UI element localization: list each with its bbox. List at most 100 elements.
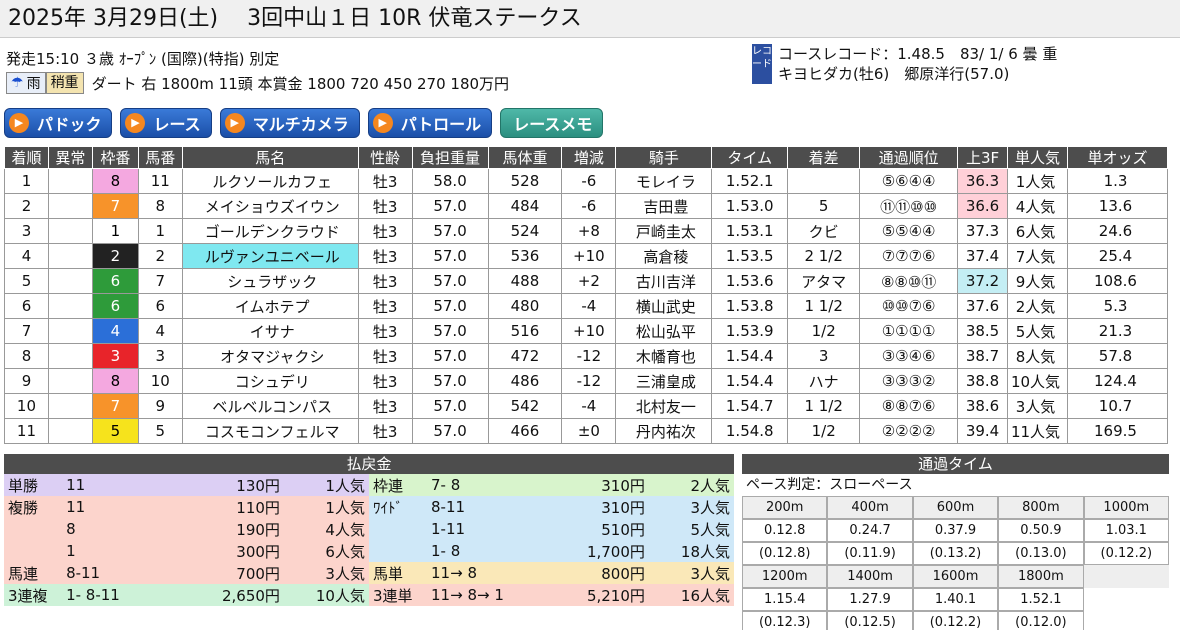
result-cell: 2 [137, 243, 183, 269]
horse-name-link[interactable]: ベルベルコンパス [181, 393, 359, 419]
column-header[interactable]: 馬番 [137, 146, 183, 169]
result-cell: 5 [787, 193, 861, 219]
result-cell: 1.54.4 [711, 368, 789, 394]
payout-panel: 払戻金 単勝 11 130円 1人気 枠連 7- 8 310円 2人気 複勝 11 110円 1人気ﾜ… [4, 454, 734, 606]
jockey-name-link[interactable]: 松山弘平 [615, 318, 713, 344]
payout-row: 単勝 11 130円 1人気 枠連 7- 8 310円 2人気 [4, 474, 734, 496]
payout-amount: 800円 [526, 562, 649, 584]
result-cell: 8 [91, 368, 139, 394]
column-header[interactable]: 負担重量 [411, 146, 489, 169]
time-cell: (0.12.2) [912, 611, 999, 630]
result-cell: -12 [561, 368, 617, 394]
result-cell: ⑧⑧⑩⑪ [859, 268, 959, 294]
bet-combination: 1 [62, 540, 162, 562]
column-header[interactable]: 騎手 [615, 146, 713, 169]
payout-table: 単勝 11 130円 1人気 枠連 7- 8 310円 2人気 複勝 11 110円 1人気 ﾜｲﾄﾞ 8… [4, 474, 734, 606]
horse-name-link[interactable]: メイショウズイウン [181, 193, 359, 219]
distance-header [1083, 565, 1169, 588]
payout-row: 1 300円 6人気 1- 8 1,700円 18人気 [4, 540, 734, 562]
column-header[interactable]: 性齢 [357, 146, 413, 169]
column-header[interactable]: 単オッズ [1067, 146, 1168, 169]
horse-name-link[interactable]: オタマジャクシ [181, 343, 359, 369]
distance-header: 400m [827, 496, 913, 519]
horse-name-link[interactable]: ゴールデンクラウド [181, 218, 359, 244]
time-cell: 1.03.1 [1083, 519, 1169, 542]
result-cell: 536 [487, 243, 563, 269]
bet-type: 馬単 [368, 562, 428, 584]
column-header[interactable]: 異常 [47, 146, 93, 169]
distance-header: 1000m [1083, 496, 1169, 519]
jockey-name-link[interactable]: 戸崎圭太 [615, 218, 713, 244]
paddock-button[interactable]: ▶ パドック [4, 108, 113, 138]
result-cell: 5人気 [1007, 318, 1068, 344]
result-cell: ②②②② [859, 418, 959, 444]
result-cell: 24.6 [1067, 218, 1168, 244]
weather-badge: ☂ 雨 [6, 72, 46, 94]
race-video-button[interactable]: ▶ レース [120, 108, 212, 138]
result-cell: 9 [137, 393, 183, 419]
horse-name-link[interactable]: シュラザック [181, 268, 359, 294]
jockey-name-link[interactable]: 横山武史 [615, 293, 713, 319]
result-cell [47, 168, 93, 194]
jockey-name-link[interactable]: 高倉稜 [615, 243, 713, 269]
bet-popularity: 4人気 [283, 518, 369, 540]
race-memo-label: レースメモ [513, 115, 593, 134]
result-cell: 6 [91, 268, 139, 294]
horse-name-link[interactable]: コシュデリ [181, 368, 359, 394]
result-cell: 6 [4, 293, 49, 319]
result-cell: +10 [561, 243, 617, 269]
column-header[interactable]: 馬名 [181, 146, 359, 169]
column-header[interactable]: 通過順位 [859, 146, 959, 169]
result-cell [47, 218, 93, 244]
jockey-name-link[interactable]: 北村友一 [615, 393, 713, 419]
bet-combination: 8 [62, 518, 162, 540]
patrol-button[interactable]: ▶ パトロール [367, 108, 493, 138]
jockey-name-link[interactable]: モレイラ [615, 168, 713, 194]
result-cell: 1.53.9 [711, 318, 789, 344]
bet-combination: 11→ 8 [427, 562, 527, 584]
payout-title: 払戻金 [4, 454, 734, 474]
horse-name-link[interactable]: イムホテプ [181, 293, 359, 319]
jockey-name-link[interactable]: 吉田豊 [615, 193, 713, 219]
column-header[interactable]: 単人気 [1007, 146, 1068, 169]
result-cell: 6 [91, 293, 139, 319]
result-row: 6 6 6 イムホテプ 牡3 57.0 480 -4 横山武史 1.53.8 1 1/2 ⑩⑩⑦⑥ 37… [4, 293, 1168, 319]
result-cell: -6 [561, 168, 617, 194]
result-cell: 1.53.0 [711, 193, 789, 219]
column-header[interactable]: タイム [711, 146, 789, 169]
jockey-name-link[interactable]: 古川吉洋 [615, 268, 713, 294]
payout-amount: 130円 [161, 474, 284, 496]
result-cell: 480 [487, 293, 563, 319]
jockey-name-link[interactable]: 丹内祐次 [615, 418, 713, 444]
result-cell [47, 393, 93, 419]
result-cell: 466 [487, 418, 563, 444]
result-row: 7 4 4 イサナ 牡3 57.0 516 +10 松山弘平 1.53.9 1/2 ①①①① 38.5 5… [4, 318, 1168, 344]
result-cell: 10人気 [1007, 368, 1068, 394]
result-cell: 9 [4, 368, 49, 394]
result-cell: 7 [91, 393, 139, 419]
jockey-name-link[interactable]: 木幡育也 [615, 343, 713, 369]
column-header[interactable]: 着順 [4, 146, 49, 169]
multicamera-label: マルチカメラ [252, 115, 349, 134]
column-header[interactable]: 馬体重 [487, 146, 563, 169]
horse-name-link[interactable]: コスモコンフェルマ [181, 418, 359, 444]
horse-name-link[interactable]: イサナ [181, 318, 359, 344]
multicamera-button[interactable]: ▶ マルチカメラ [219, 108, 360, 138]
result-cell: 1.53.5 [711, 243, 789, 269]
race-memo-button[interactable]: レースメモ [500, 108, 604, 138]
bet-type: 複勝 [4, 496, 63, 518]
bet-combination: 1- 8-11 [62, 584, 162, 606]
result-cell: 57.0 [411, 218, 489, 244]
result-cell: 57.0 [411, 343, 489, 369]
column-header[interactable]: 枠番 [91, 146, 139, 169]
passing-title: 通過タイム [742, 454, 1169, 474]
horse-name-link[interactable]: ルクソールカフェ [181, 168, 359, 194]
bet-popularity: 1人気 [283, 474, 369, 496]
horse-name-link[interactable]: ルヴァンユニベール [181, 243, 359, 269]
column-header[interactable]: 着差 [787, 146, 861, 169]
result-cell: -12 [561, 343, 617, 369]
column-header[interactable]: 上3F [957, 146, 1009, 169]
jockey-name-link[interactable]: 三浦皇成 [615, 368, 713, 394]
result-cell: 7 [137, 268, 183, 294]
column-header[interactable]: 増減 [561, 146, 617, 169]
